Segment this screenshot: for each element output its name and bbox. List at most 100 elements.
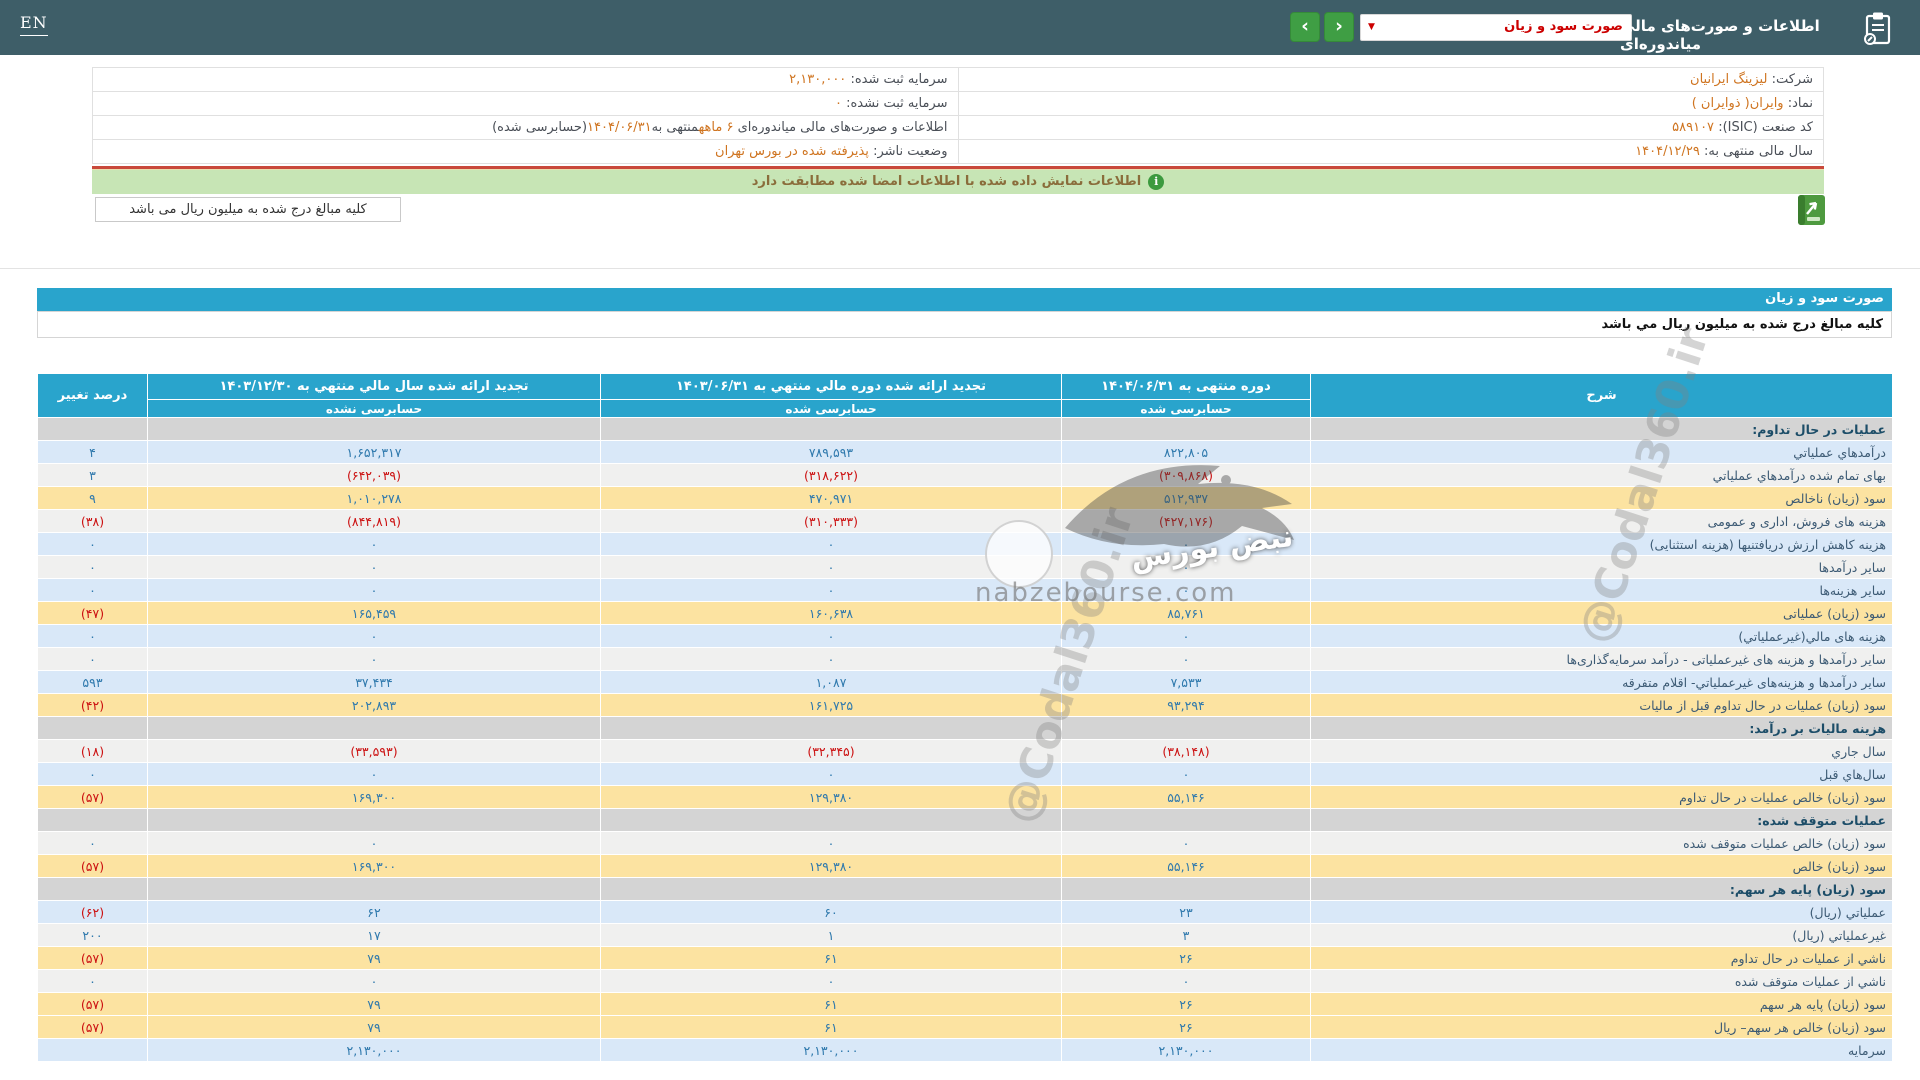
row-label: سود (زیان) عملیات در حال تداوم قبل از ما…: [1310, 693, 1893, 717]
statement-type-selected-value: صورت سود و زیان: [1504, 19, 1623, 34]
cell-value: ۱,۰۸۷: [600, 670, 1062, 694]
income-table-body: عملیات در حال تداوم: درآمدهاي عملياتي ۸۲۲,…: [37, 417, 1893, 1062]
cell-value: (۳۲,۳۴۵): [600, 739, 1062, 763]
cell-value: ۰: [600, 831, 1062, 855]
language-switch-en[interactable]: EN: [20, 13, 48, 36]
cell-value: ۱۲۹,۳۸۰: [600, 854, 1062, 878]
row-label: هزینه های فروش، اداری و عمومی: [1310, 509, 1893, 533]
previous-statement-button[interactable]: ‹: [1290, 12, 1320, 42]
section-row: هزینه مالیات بر درآمد:: [37, 716, 1893, 740]
subheader-audited: حسابرسی شده: [600, 399, 1062, 418]
amounts-in-million-rial-box: کلیه مبالغ درج شده به میلیون ریال می باش…: [95, 197, 401, 222]
issuer-status-label: وضعیت ناشر:: [873, 144, 948, 159]
cell-value: (۳۱۸,۶۲۲): [600, 463, 1062, 487]
chevron-down-icon: ▼: [1368, 22, 1375, 32]
table-row: عملياتي (ریال) ۲۳ ۶۰ ۶۲ (۶۲): [37, 900, 1893, 924]
signature-match-text: اطلاعات نمایش داده شده با اطلاعات امضا ش…: [751, 174, 1142, 189]
isic-value: ۵۸۹۱۰۷: [1672, 120, 1715, 135]
cell-value: (۱۸): [37, 739, 148, 763]
company-row: شرکت: لیزینگ ایرانیان سرمایه ثبت شده: ۲,…: [92, 67, 1824, 92]
row-label: سود (زیان) خالص هر سهم– ریال: [1310, 1015, 1893, 1039]
subheader-audited: حسابرسی شده: [1061, 399, 1311, 418]
cell-value: ۷۹: [147, 946, 601, 970]
unregistered-capital-label: سرمایه ثبت نشده:: [846, 96, 948, 111]
table-row: سود (زیان) خالص عملیات متوقف شده ۰ ۰ ۰ ۰: [37, 831, 1893, 855]
cell-value: ۰: [147, 578, 601, 602]
isic-label: کد صنعت (ISIC):: [1718, 120, 1813, 135]
cell-value: ۰: [1061, 831, 1311, 855]
cell-value: (۵۷): [37, 785, 148, 809]
cell-value: ۲۰۰: [37, 923, 148, 947]
cell-value: ۳۷,۴۳۴: [147, 670, 601, 694]
row-label: سایر درآمدها و هزینه های غیرعملیاتی - در…: [1310, 647, 1893, 671]
table-row: درآمدهاي عملياتي ۸۲۲,۸۰۵ ۷۸۹,۵۹۳ ۱,۶۵۲,۳۱۷ ۴: [37, 440, 1893, 464]
cell-value: ۰: [1061, 762, 1311, 786]
table-row: سود (زیان) عملیاتی ۸۵,۷۶۱ ۱۶۰,۶۳۸ ۱۶۵,۴۵۹ (۴…: [37, 601, 1893, 625]
cell-value: (۳۰۹,۸۶۸): [1061, 463, 1311, 487]
table-row: سایر درآمدها ۰ ۰ ۰ ۰: [37, 555, 1893, 579]
column-header-current-period: دوره منتهی به ۱۴۰۴/۰۶/۳۱: [1061, 373, 1311, 400]
cell-value: ۰: [1061, 555, 1311, 579]
cell-value: ۱۶۹,۳۰۰: [147, 854, 601, 878]
cell-value: [600, 716, 1062, 740]
cell-value: ۹۳,۲۹۴: [1061, 693, 1311, 717]
signature-match-banner: i اطلاعات نمایش داده شده با اطلاعات امضا…: [92, 166, 1824, 194]
row-label: سود (زیان) پایه هر سهم:: [1310, 877, 1893, 901]
cell-value: ۱۷: [147, 923, 601, 947]
amounts-note-row: کلیه مبالغ درج شده به میلیون ريال مي باش…: [37, 311, 1892, 338]
statement-title-bar: صورت سود و زیان: [37, 288, 1892, 311]
cell-value: ۷۹: [147, 1015, 601, 1039]
cell-value: ۲,۱۳۰,۰۰۰: [1061, 1038, 1311, 1062]
table-row: سود (زیان) پایه هر سهم ۲۶ ۶۱ ۷۹ (۵۷): [37, 992, 1893, 1016]
table-row: ناشي از عملیات در حال تداوم ۲۶ ۶۱ ۷۹ (۵۷): [37, 946, 1893, 970]
cell-value: ۵۵,۱۴۶: [1061, 785, 1311, 809]
cell-value: ۶۱: [600, 946, 1062, 970]
unregistered-capital-value: ۰: [834, 96, 842, 111]
ticker-label: نماد:: [1787, 96, 1813, 111]
cell-value: ۸۵,۷۶۱: [1061, 601, 1311, 625]
cell-value: (۴۷): [37, 601, 148, 625]
top-navigation-bar: EN ‹ › صورت سود و زیان ▼ اطلاعات و صورت‌…: [0, 0, 1920, 55]
cell-value: ۵۹۳: [37, 670, 148, 694]
row-label: سرمایه: [1310, 1038, 1893, 1062]
cell-value: ۳: [1061, 923, 1311, 947]
table-row: سود (زیان) ناخالص ۵۱۲,۹۳۷ ۴۷۰,۹۷۱ ۱,۰۱۰,۲۷۸…: [37, 486, 1893, 510]
cell-value: [37, 417, 148, 441]
cell-value: ۲۶: [1061, 992, 1311, 1016]
cell-value: ۴۷۰,۹۷۱: [600, 486, 1062, 510]
cell-value: (۴۲۷,۱۷۶): [1061, 509, 1311, 533]
row-label: هزینه های مالي(غیرعملیاتي): [1310, 624, 1893, 648]
table-row: سرمایه ۲,۱۳۰,۰۰۰ ۲,۱۳۰,۰۰۰ ۲,۱۳۰,۰۰۰: [37, 1038, 1893, 1062]
section-row: عملیات متوقف شده:: [37, 808, 1893, 832]
export-excel-button[interactable]: [1794, 193, 1828, 227]
row-label: سال‌هاي قبل: [1310, 762, 1893, 786]
column-header-description: شرح: [1310, 373, 1893, 418]
income-statement-table: شرح دوره منتهی به ۱۴۰۴/۰۶/۳۱ تجدید ارائه…: [37, 373, 1893, 1062]
cell-value: ۱,۶۵۲,۳۱۷: [147, 440, 601, 464]
company-row: سال مالی منتهی به: ۱۴۰۴/۱۲/۲۹ وضعیت ناشر…: [92, 139, 1824, 164]
statement-type-dropdown[interactable]: صورت سود و زیان ▼: [1360, 14, 1632, 41]
cell-value: ۵۵,۱۴۶: [1061, 854, 1311, 878]
row-label: سال جاري: [1310, 739, 1893, 763]
cell-value: ۱۶۱,۷۲۵: [600, 693, 1062, 717]
cell-value: ۶۰: [600, 900, 1062, 924]
codal-statement-page: EN ‹ › صورت سود و زیان ▼ اطلاعات و صورت‌…: [0, 0, 1920, 1080]
cell-value: [147, 877, 601, 901]
cell-value: (۴۲): [37, 693, 148, 717]
cell-value: ۲۳: [1061, 900, 1311, 924]
cell-value: ۰: [147, 532, 601, 556]
cell-value: [600, 808, 1062, 832]
table-row: سود (زیان) خالص عملیات در حال تداوم ۵۵,۱۴…: [37, 785, 1893, 809]
statement-period-label: اطلاعات و صورت‌های مالی میاندوره‌ای: [737, 120, 948, 135]
row-label: عملیات در حال تداوم:: [1310, 417, 1893, 441]
cell-value: ۷,۵۳۳: [1061, 670, 1311, 694]
next-statement-button[interactable]: ›: [1324, 12, 1354, 42]
table-row: سود (زیان) عملیات در حال تداوم قبل از ما…: [37, 693, 1893, 717]
cell-value: ۶۱: [600, 992, 1062, 1016]
table-row: هزینه کاهش ارزش دریافتنیها (هزینه استثنا…: [37, 532, 1893, 556]
table-row: سایر درآمدها و هزینه‌های غیرعملیاتي- اقل…: [37, 670, 1893, 694]
cell-value: ۷۹: [147, 992, 601, 1016]
cell-value: ۰: [600, 578, 1062, 602]
column-header-restated-period: تجدید ارائه شده دوره مالي منتهي به ۱۴۰۳/…: [600, 373, 1062, 400]
company-info-table: شرکت: لیزینگ ایرانیان سرمایه ثبت شده: ۲,…: [92, 67, 1824, 164]
